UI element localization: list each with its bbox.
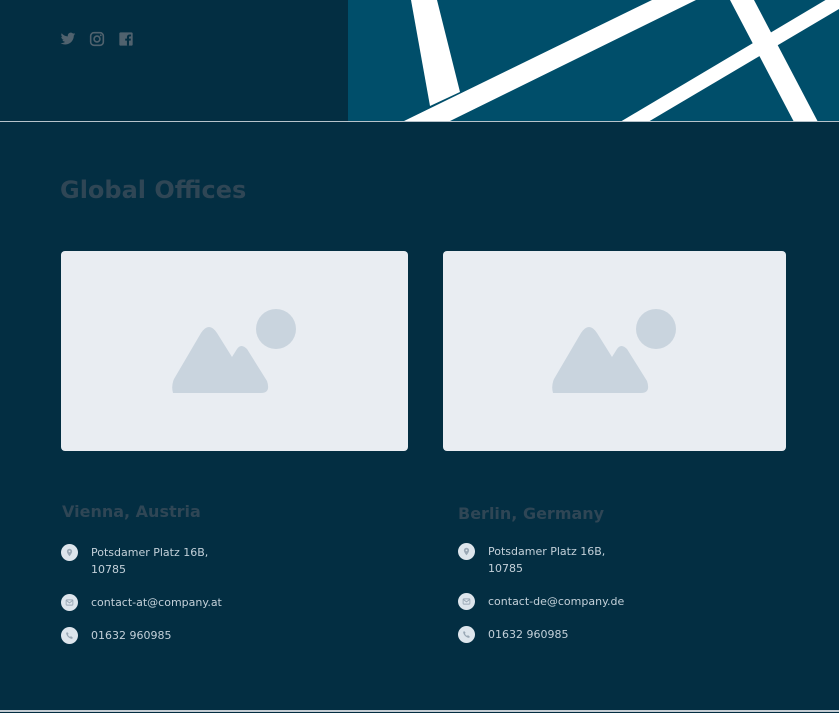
social-links: [60, 31, 134, 47]
office-phone[interactable]: 01632 960985: [91, 627, 171, 644]
office-email[interactable]: contact-de@company.de: [488, 593, 624, 610]
office-email-row: contact-at@company.at: [61, 594, 222, 611]
hero-pattern-image: [348, 0, 839, 122]
instagram-icon[interactable]: [89, 31, 105, 47]
twitter-icon[interactable]: [60, 31, 76, 47]
office-image-placeholder: [443, 251, 786, 451]
office-address: Potsdamer Platz 16B, 10785: [488, 545, 606, 575]
office-address-row: Potsdamer Platz 16B, 10785: [61, 544, 208, 578]
office-email[interactable]: contact-at@company.at: [91, 594, 222, 611]
office-phone[interactable]: 01632 960985: [488, 626, 568, 643]
office-phone-row: 01632 960985: [458, 626, 568, 643]
office-address-row: Potsdamer Platz 16B, 10785: [458, 543, 605, 577]
office-email-row: contact-de@company.de: [458, 593, 624, 610]
image-placeholder-icon: [552, 309, 676, 393]
image-placeholder-icon: [172, 309, 296, 393]
office-phone-row: 01632 960985: [61, 627, 171, 644]
location-pin-icon: [61, 544, 78, 561]
facebook-icon[interactable]: [118, 31, 134, 47]
phone-icon: [61, 627, 78, 644]
section-divider: [0, 121, 839, 122]
footer-divider: [0, 710, 839, 712]
office-name: Berlin, Germany: [458, 504, 605, 523]
office-name: Vienna, Austria: [62, 502, 201, 521]
phone-icon: [458, 626, 475, 643]
section-title: Global Offices: [60, 176, 247, 204]
mail-icon: [458, 593, 475, 610]
office-address: Potsdamer Platz 16B, 10785: [91, 546, 209, 576]
location-pin-icon: [458, 543, 475, 560]
office-image-placeholder: [61, 251, 408, 451]
mail-icon: [61, 594, 78, 611]
